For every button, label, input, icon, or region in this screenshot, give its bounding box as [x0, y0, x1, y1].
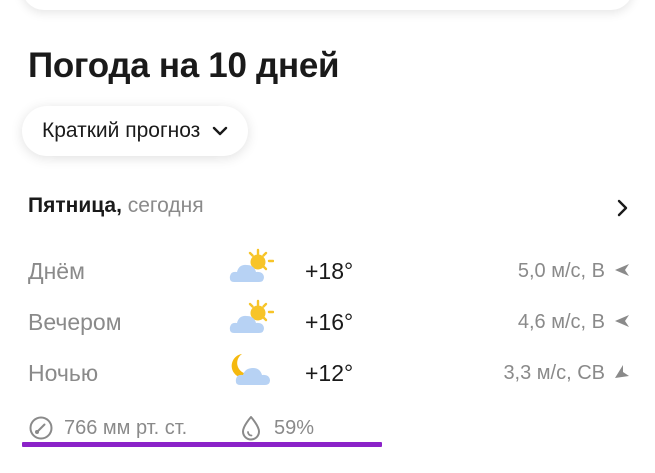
period-name: Вечером: [28, 309, 122, 335]
wind-direction-arrow-icon: [614, 313, 630, 329]
temperature: +18°: [305, 258, 354, 284]
day-weekday: Пятница,: [28, 194, 122, 217]
partly-cloudy-night-icon: [228, 350, 274, 390]
partly-cloudy-day-icon: [228, 248, 275, 288]
humidity-info: 59%: [240, 414, 314, 442]
forecast-row-night: Ночью +12° 3,3 м/с, СВ: [0, 354, 655, 392]
period-name: Днём: [28, 258, 85, 284]
humidity-value: 59%: [274, 416, 315, 439]
highlight-underline: [22, 442, 382, 447]
pressure-value: 766 мм рт. ст.: [64, 416, 188, 439]
previous-card-edge: [22, 0, 633, 10]
pressure-info: 766 мм рт. ст.: [28, 414, 187, 442]
chevron-right-icon[interactable]: [612, 198, 632, 218]
period-name: Ночью: [28, 360, 99, 386]
wind-info: 3,3 м/с, СВ: [503, 362, 605, 384]
day-relative: сегодня: [127, 194, 204, 217]
page-title: Погода на 10 дней: [28, 46, 340, 85]
wind-direction-arrow-icon: [614, 364, 630, 380]
forecast-row-day: Днём +18° 5,0 м/с, В: [0, 248, 655, 290]
pressure-gauge-icon: [28, 415, 54, 441]
wind-info: 4,6 м/с, В: [517, 311, 605, 333]
forecast-mode-label: Краткий прогноз: [42, 119, 201, 142]
day-header[interactable]: Пятница, сегодня: [28, 194, 204, 218]
partly-cloudy-day-icon: [228, 299, 275, 339]
chevron-down-icon: [212, 126, 228, 136]
wind-direction-arrow-icon: [614, 262, 630, 278]
water-drop-icon: [240, 415, 262, 441]
wind-info: 5,0 м/с, В: [517, 260, 605, 282]
forecast-row-evening: Вечером +16° 4,6 м/с, В: [0, 299, 655, 341]
temperature: +16°: [305, 309, 354, 335]
forecast-mode-dropdown[interactable]: Краткий прогноз: [22, 106, 249, 156]
temperature: +12°: [305, 360, 354, 386]
